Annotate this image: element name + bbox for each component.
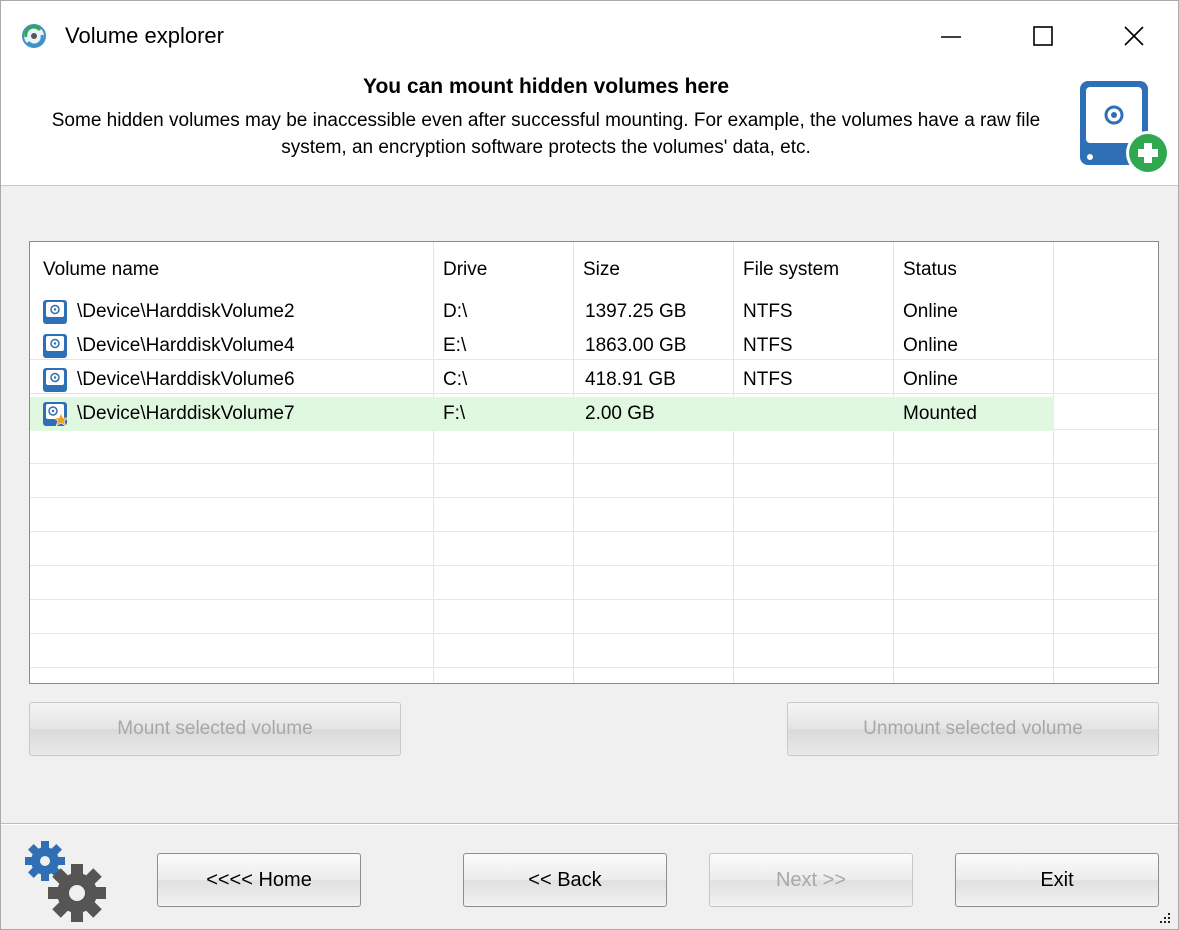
size-cell: 1397.25 GB (585, 301, 687, 322)
gears-icon (25, 841, 106, 922)
volume-name-cell: \Device\HarddiskVolume2 (77, 301, 295, 322)
row-gridline (30, 463, 1158, 464)
maximize-button[interactable] (1003, 11, 1083, 61)
drive-cell: D:\ (443, 301, 468, 322)
window-title: Volume explorer (65, 23, 224, 48)
info-header: You can mount hidden volumes here Some h… (1, 69, 1178, 186)
volume-icon (43, 334, 67, 358)
maximize-icon (1033, 26, 1053, 46)
file-system-cell: NTFS (743, 369, 793, 390)
volume-table[interactable]: Volume name Drive Size File system Statu… (29, 241, 1159, 684)
row-gridline (30, 497, 1158, 498)
close-button[interactable] (1094, 11, 1174, 61)
title-bar: Volume explorer (1, 1, 1178, 69)
app-icon (22, 24, 46, 48)
row-gridline (30, 633, 1158, 634)
volume-icon (43, 368, 67, 392)
table-row[interactable]: \Device\HarddiskVolume2 D:\ 1397.25 GB N… (30, 295, 1054, 329)
mounted-volume-icon (43, 402, 68, 427)
column-header-file-system[interactable]: File system (743, 242, 893, 298)
size-cell: 418.91 GB (585, 369, 676, 390)
header-description: Some hidden volumes may be inaccessible … (51, 110, 1041, 158)
drive-cell: F:\ (443, 403, 466, 424)
resize-grip-icon[interactable] (1156, 909, 1172, 925)
unmount-selected-volume-button[interactable]: Unmount selected volume (787, 702, 1159, 756)
status-cell: Online (903, 335, 958, 356)
size-cell: 1863.00 GB (585, 335, 687, 356)
home-button[interactable]: <<<< Home (157, 853, 361, 907)
table-row-mounted[interactable]: \Device\HarddiskVolume7 F:\ 2.00 GB Moun… (30, 397, 1054, 431)
close-icon (1124, 26, 1144, 46)
volume-explorer-window: Volume explorer You can mount hidden vol… (0, 0, 1179, 930)
column-header-volume-name[interactable]: Volume name (43, 242, 433, 298)
volume-name-cell: \Device\HarddiskVolume7 (77, 403, 295, 424)
drive-cell: C:\ (443, 369, 468, 390)
status-cell: Online (903, 369, 958, 390)
table-row[interactable]: \Device\HarddiskVolume6 C:\ 418.91 GB NT… (30, 363, 1054, 397)
column-header-status[interactable]: Status (903, 242, 1053, 298)
back-button[interactable]: << Back (463, 853, 667, 907)
row-gridline (30, 667, 1158, 668)
row-gridline (30, 565, 1158, 566)
file-system-cell: NTFS (743, 301, 793, 322)
status-cell: Mounted (903, 403, 977, 424)
row-gridline (30, 531, 1158, 532)
volume-name-cell: \Device\HarddiskVolume6 (77, 369, 295, 390)
status-cell: Online (903, 301, 958, 322)
minimize-button[interactable] (911, 11, 991, 61)
drive-cell: E:\ (443, 335, 467, 356)
disk-add-icon (1080, 81, 1170, 175)
volume-name-cell: \Device\HarddiskVolume4 (77, 335, 295, 356)
minimize-icon (941, 36, 961, 38)
column-header-drive[interactable]: Drive (443, 242, 573, 298)
footer-divider-highlight (1, 824, 1178, 825)
file-system-cell: NTFS (743, 335, 793, 356)
next-button[interactable]: Next >> (709, 853, 913, 907)
exit-button[interactable]: Exit (955, 853, 1159, 907)
mount-selected-volume-button[interactable]: Mount selected volume (29, 702, 401, 756)
header-title: You can mount hidden volumes here (363, 75, 729, 98)
size-cell: 2.00 GB (585, 403, 655, 424)
column-header-size[interactable]: Size (583, 242, 733, 298)
table-row[interactable]: \Device\HarddiskVolume4 E:\ 1863.00 GB N… (30, 329, 1054, 363)
row-gridline (30, 599, 1158, 600)
volume-icon (43, 300, 67, 324)
